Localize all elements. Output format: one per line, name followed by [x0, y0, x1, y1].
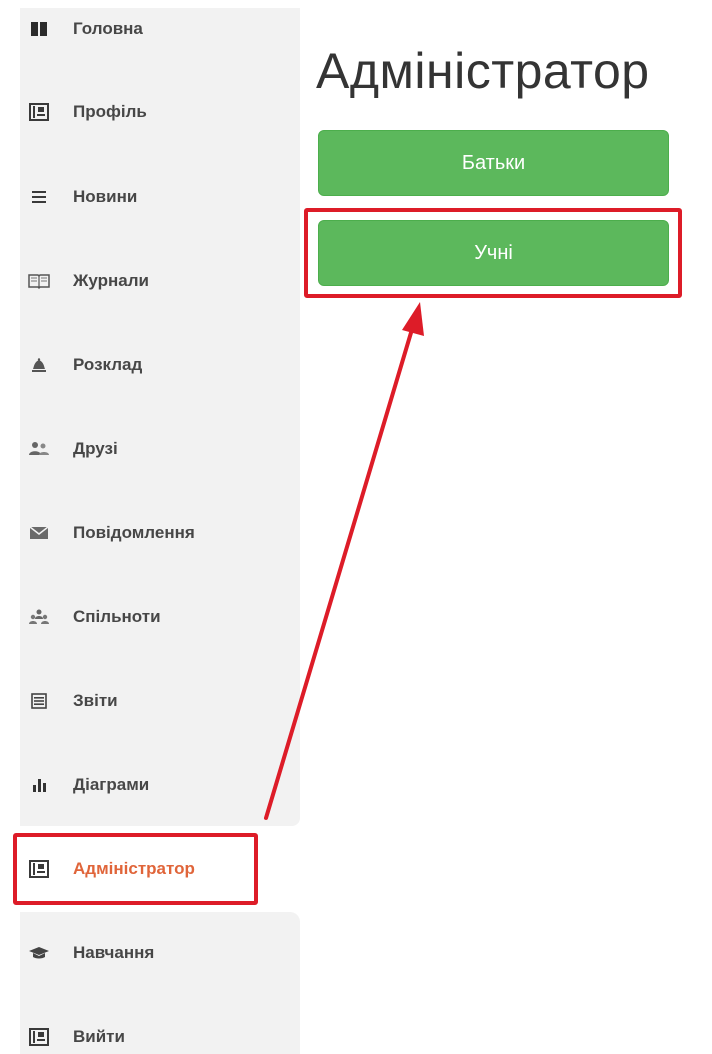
sidebar: Головна Профіль Новини Журнали Розклад Д… [20, 0, 300, 1054]
sidebar-item-journals[interactable]: Журнали [20, 261, 300, 301]
group-icon [28, 606, 50, 628]
list-icon [28, 186, 50, 208]
sidebar-item-label: Новини [73, 187, 138, 206]
sidebar-item-label: Друзі [73, 439, 118, 458]
parents-button[interactable]: Батьки [318, 130, 669, 196]
sidebar-item-admin[interactable]: Адміністратор [20, 849, 300, 889]
bar-chart-icon [28, 774, 50, 796]
admin-card-icon [28, 858, 50, 880]
sidebar-item-communities[interactable]: Спільноти [20, 597, 300, 637]
sidebar-item-schedule[interactable]: Розклад [20, 345, 300, 385]
sidebar-item-label: Діаграми [73, 775, 150, 794]
users-icon [28, 438, 50, 460]
sidebar-item-news[interactable]: Новини [20, 177, 300, 217]
book-icon [28, 270, 50, 292]
students-button[interactable]: Учні [318, 220, 669, 286]
report-icon [28, 690, 50, 712]
screen: Головна Профіль Новини Журнали Розклад Д… [0, 0, 712, 1054]
sidebar-item-label: Вийти [73, 1027, 125, 1046]
sidebar-item-reports[interactable]: Звіти [20, 681, 300, 721]
sidebar-item-label: Спільноти [73, 607, 161, 626]
sidebar-item-learning[interactable]: Навчання [20, 933, 300, 973]
sidebar-item-label: Навчання [73, 943, 155, 962]
sidebar-item-label: Повідомлення [73, 523, 195, 542]
sidebar-item-label: Звіти [73, 691, 118, 710]
logout-card-icon [28, 1026, 50, 1048]
sidebar-item-home[interactable]: Головна [20, 9, 300, 49]
home-icon [28, 18, 50, 40]
page-title: Адміністратор [316, 43, 650, 99]
sidebar-item-profile[interactable]: Профіль [20, 92, 300, 132]
bell-icon [28, 354, 50, 376]
sidebar-item-label: Адміністратор [73, 859, 195, 878]
sidebar-item-charts[interactable]: Діаграми [20, 765, 300, 805]
sidebar-item-label: Головна [73, 19, 143, 38]
sidebar-item-label: Профіль [73, 102, 147, 121]
sidebar-item-label: Розклад [73, 355, 143, 374]
sidebar-item-friends[interactable]: Друзі [20, 429, 300, 469]
sidebar-item-logout[interactable]: Вийти [20, 1017, 300, 1054]
envelope-icon [28, 522, 50, 544]
graduation-cap-icon [28, 942, 50, 964]
profile-card-icon [28, 101, 50, 123]
sidebar-item-messages[interactable]: Повідомлення [20, 513, 300, 553]
sidebar-item-label: Журнали [73, 271, 149, 290]
